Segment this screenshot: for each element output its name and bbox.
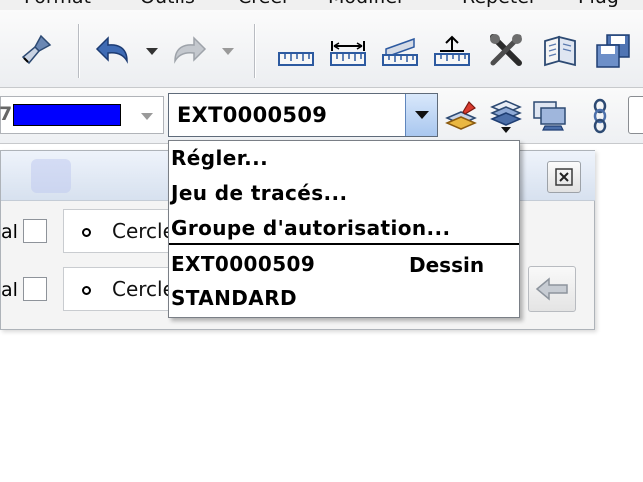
redo-dropdown-arrow xyxy=(222,48,234,55)
back-arrow-button[interactable] xyxy=(528,266,576,312)
layer-dropdown-value: EXT0000509 xyxy=(177,103,328,127)
row-checkbox[interactable] xyxy=(23,277,47,301)
property-row: al Cercle xyxy=(1,209,181,253)
dropdown-divider xyxy=(169,243,519,245)
undo-icon[interactable] xyxy=(94,30,134,70)
layer-option-name[interactable]: EXT0000509 xyxy=(171,252,315,276)
display-icon[interactable] xyxy=(530,96,570,136)
chain-icon[interactable] xyxy=(580,96,620,136)
shape-field[interactable]: Cercle xyxy=(63,267,169,311)
shape-field-text: Cercle xyxy=(112,277,169,301)
open-book-icon[interactable] xyxy=(540,30,580,70)
layer-stack-icon[interactable] xyxy=(486,96,526,136)
close-button[interactable] xyxy=(547,161,581,193)
menu-item-groupe-autorisation[interactable]: Groupe d'autorisation... xyxy=(171,216,450,240)
ruler-icon[interactable] xyxy=(276,32,316,72)
menu-item-jeu-de-traces[interactable]: Jeu de tracés... xyxy=(171,181,348,205)
menu-repeter[interactable]: Répéter xyxy=(462,0,537,8)
redo-icon xyxy=(168,30,208,70)
menu-bar: Format Outils Créer Modifier Répéter Plu… xyxy=(0,0,643,10)
row-label: al xyxy=(1,279,18,301)
panel-title-icon xyxy=(31,159,71,193)
dimension-vertical-icon[interactable] xyxy=(432,32,472,72)
shape-field-text: Cercle xyxy=(112,219,169,243)
layer-dropdown[interactable]: EXT0000509 xyxy=(168,93,438,137)
arrow-left-icon xyxy=(535,277,568,301)
menu-modifier[interactable]: Modifier xyxy=(328,0,405,8)
layer-dropdown-list: Régler... Jeu de tracés... Groupe d'auto… xyxy=(168,140,520,318)
color-dropdown[interactable]: 7 xyxy=(0,96,164,134)
main-toolbar xyxy=(0,10,643,88)
row-checkbox[interactable] xyxy=(23,219,47,243)
undo-dropdown-arrow[interactable] xyxy=(146,48,158,55)
menu-item-regler[interactable]: Régler... xyxy=(171,146,268,170)
dimension-angled-icon[interactable] xyxy=(380,32,420,72)
layer-paint-icon[interactable] xyxy=(442,96,482,136)
menu-plug[interactable]: Plug xyxy=(578,0,619,8)
chevron-down-icon[interactable] xyxy=(141,113,153,120)
row-label: al xyxy=(1,221,18,243)
property-row: al Cercle xyxy=(1,267,181,311)
close-icon xyxy=(555,168,573,186)
layer-option-name[interactable]: STANDARD xyxy=(171,286,297,310)
layer-option-type: Dessin xyxy=(409,253,485,277)
color-swatch xyxy=(13,104,121,126)
shape-field[interactable]: Cercle xyxy=(63,209,169,253)
text-input-partial[interactable] xyxy=(628,96,643,134)
color-number: 7 xyxy=(0,103,13,125)
menu-creer[interactable]: Créer xyxy=(238,0,290,8)
floppy-disk-icon[interactable] xyxy=(592,30,632,70)
paint-brush-icon[interactable] xyxy=(16,30,56,70)
circle-icon xyxy=(82,228,91,237)
menu-format[interactable]: Format xyxy=(24,0,91,8)
dimension-horizontal-icon[interactable] xyxy=(328,32,368,72)
tools-icon[interactable] xyxy=(486,30,526,70)
circle-icon xyxy=(82,286,91,295)
menu-outils[interactable]: Outils xyxy=(140,0,195,8)
chevron-down-icon[interactable] xyxy=(405,94,437,136)
